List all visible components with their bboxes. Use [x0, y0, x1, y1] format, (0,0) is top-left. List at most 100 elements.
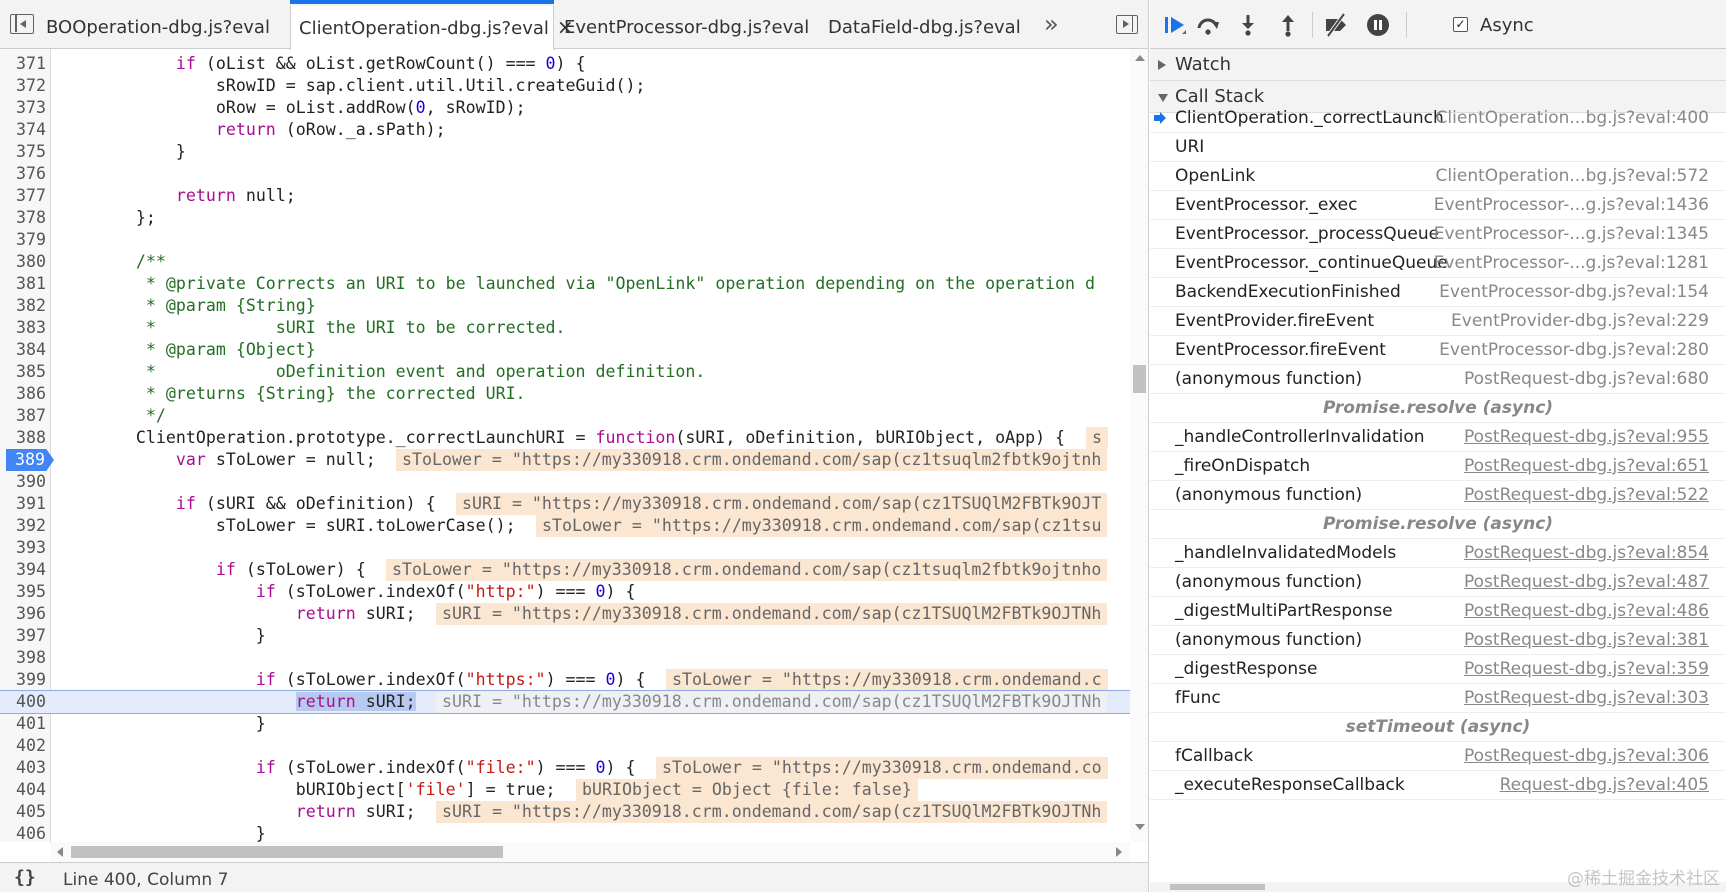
line-number[interactable]: 376: [0, 163, 46, 185]
breakpoint-marker[interactable]: 389: [6, 449, 54, 471]
frame-location-link[interactable]: EventProcessor-...g.js?eval:1281: [1434, 249, 1709, 278]
code-line[interactable]: 380 /**: [0, 251, 1130, 273]
line-number[interactable]: 385: [0, 361, 46, 383]
pause-on-exceptions-icon[interactable]: [1365, 12, 1391, 38]
scroll-right-icon[interactable]: [1116, 847, 1122, 857]
call-frame[interactable]: _digestMultiPartResponse PostRequest-dbg.…: [1150, 597, 1726, 626]
line-number[interactable]: 378: [0, 207, 46, 229]
resume-icon[interactable]: [1162, 12, 1188, 38]
call-frame[interactable]: (anonymous function) PostRequest-dbg.js?e…: [1150, 626, 1726, 655]
line-number[interactable]: 397: [0, 625, 46, 647]
call-frame[interactable]: _handleInvalidatedModels PostRequest-dbg.…: [1150, 539, 1726, 568]
call-frame[interactable]: _digestResponse PostRequest-dbg.js?eval:3…: [1150, 655, 1726, 684]
code-area[interactable]: 371 if (oList && oList.getRowCount() ===…: [0, 49, 1130, 842]
frame-location-link[interactable]: PostRequest-dbg.js?eval:381: [1464, 626, 1709, 655]
code-line[interactable]: 394 if (sToLower) {sToLower = "https://m…: [0, 559, 1130, 581]
code-line[interactable]: 399 if (sToLower.indexOf("https:") === 0…: [0, 669, 1130, 691]
tab-booperation[interactable]: BOOperation-dbg.js?eval: [38, 6, 270, 49]
code-line[interactable]: 373 oRow = oList.addRow(0, sRowID);: [0, 97, 1130, 119]
code-line[interactable]: 395 if (sToLower.indexOf("http:") === 0)…: [0, 581, 1130, 603]
horizontal-scrollbar[interactable]: [51, 842, 1130, 862]
line-number[interactable]: 371: [0, 53, 46, 75]
line-number[interactable]: 375: [0, 141, 46, 163]
code-line[interactable]: 384 * @param {Object}: [0, 339, 1130, 361]
code-line[interactable]: 396 return sURI; sURI = "https://my330918…: [0, 603, 1130, 625]
line-number[interactable]: 377: [0, 185, 46, 207]
code-line[interactable]: 406 }: [0, 823, 1130, 842]
call-frame[interactable]: (anonymous function) PostRequest-dbg.js?e…: [1150, 481, 1726, 510]
code-line[interactable]: 372 sRowID = sap.client.util.Util.create…: [0, 75, 1130, 97]
frame-location-link[interactable]: ClientOperation...bg.js?eval:400: [1436, 104, 1709, 133]
line-number[interactable]: 392: [0, 515, 46, 537]
code-line[interactable]: 382 * @param {String}: [0, 295, 1130, 317]
code-line[interactable]: 405 return sURI; sURI = "https://my330918…: [0, 801, 1130, 823]
line-number[interactable]: 395: [0, 581, 46, 603]
scroll-down-icon[interactable]: [1135, 824, 1145, 830]
step-out-icon[interactable]: [1275, 12, 1301, 38]
code-line[interactable]: 383 * sURI the URI to be corrected.: [0, 317, 1130, 339]
code-line[interactable]: 392 sToLower = sURI.toLowerCase(); sToLow…: [0, 515, 1130, 537]
call-frame[interactable]: EventProcessor._continueQueue EventProces…: [1150, 249, 1726, 278]
frame-location-link[interactable]: PostRequest-dbg.js?eval:680: [1464, 365, 1709, 394]
line-number[interactable]: 404: [0, 779, 46, 801]
line-number[interactable]: 373: [0, 97, 46, 119]
code-line[interactable]: 389 var sToLower = null; sToLower = "http…: [0, 449, 1130, 471]
call-frame[interactable]: EventProcessor._processQueue EventProcess…: [1150, 220, 1726, 249]
frame-location-link[interactable]: Request-dbg.js?eval:405: [1500, 771, 1709, 800]
line-number[interactable]: 387: [0, 405, 46, 427]
line-number[interactable]: 372: [0, 75, 46, 97]
code-line[interactable]: 401 }: [0, 713, 1130, 735]
frame-location-link[interactable]: EventProcessor-dbg.js?eval:154: [1439, 278, 1709, 307]
toggle-debugger-icon[interactable]: [1116, 15, 1138, 34]
call-frame[interactable]: _fireOnDispatch PostRequest-dbg.js?eval:6…: [1150, 452, 1726, 481]
call-frame[interactable]: fFunc PostRequest-dbg.js?eval:303: [1150, 684, 1726, 713]
code-line[interactable]: 376: [0, 163, 1130, 185]
frame-location-link[interactable]: EventProcessor-...g.js?eval:1345: [1434, 220, 1709, 249]
code-line[interactable]: 371 if (oList && oList.getRowCount() ===…: [0, 53, 1130, 75]
call-frame[interactable]: (anonymous function) PostRequest-dbg.js?e…: [1150, 365, 1726, 394]
code-line[interactable]: 398: [0, 647, 1130, 669]
execution-line[interactable]: 400 return sURI; sURI = "https://my330918…: [0, 690, 1130, 714]
scroll-thumb[interactable]: [71, 846, 503, 858]
tab-clientoperation[interactable]: ClientOperation-dbg.js?eval ×: [290, 0, 574, 50]
line-number[interactable]: 390: [0, 471, 46, 493]
call-frame[interactable]: (anonymous function) PostRequest-dbg.js?e…: [1150, 568, 1726, 597]
call-frame[interactable]: URI: [1150, 133, 1726, 162]
frame-location-link[interactable]: PostRequest-dbg.js?eval:522: [1464, 481, 1709, 510]
line-number[interactable]: 406: [0, 823, 46, 842]
code-line[interactable]: 397 }: [0, 625, 1130, 647]
line-number[interactable]: 381: [0, 273, 46, 295]
code-line[interactable]: 381 * @private Corrects an URI to be lau…: [0, 273, 1130, 295]
code-line[interactable]: 379: [0, 229, 1130, 251]
code-line[interactable]: 378 };: [0, 207, 1130, 229]
code-line[interactable]: 387 */: [0, 405, 1130, 427]
code-line[interactable]: 377 return null;: [0, 185, 1130, 207]
code-line[interactable]: 402: [0, 735, 1130, 757]
line-number[interactable]: 403: [0, 757, 46, 779]
code-line[interactable]: 388 ClientOperation.prototype._correctLa…: [0, 427, 1130, 449]
line-number[interactable]: 386: [0, 383, 46, 405]
line-number[interactable]: 391: [0, 493, 46, 515]
line-number[interactable]: 388: [0, 427, 46, 449]
scroll-left-icon[interactable]: [57, 847, 63, 857]
frame-location-link[interactable]: PostRequest-dbg.js?eval:955: [1464, 423, 1709, 452]
call-frame[interactable]: EventProcessor.fireEvent EventProcessor-d…: [1150, 336, 1726, 365]
line-number[interactable]: 402: [0, 735, 46, 757]
step-over-icon[interactable]: [1195, 12, 1221, 38]
scroll-thumb[interactable]: [1133, 365, 1146, 393]
call-frame[interactable]: _handleControllerInvalidation PostRequest…: [1150, 423, 1726, 452]
frame-location-link[interactable]: EventProcessor-...g.js?eval:1436: [1434, 191, 1709, 220]
scroll-up-icon[interactable]: [1135, 55, 1145, 61]
watch-section-header[interactable]: Watch: [1150, 49, 1726, 81]
pretty-print-button[interactable]: {}: [14, 867, 36, 888]
line-number[interactable]: 383: [0, 317, 46, 339]
line-number[interactable]: 396: [0, 603, 46, 625]
code-line[interactable]: 374 return (oRow._a.sPath);: [0, 119, 1130, 141]
scroll-thumb[interactable]: [1170, 884, 1265, 890]
line-number[interactable]: 399: [0, 669, 46, 691]
toggle-navigator-icon[interactable]: [10, 14, 34, 34]
code-line[interactable]: 386 * @returns {String} the corrected UR…: [0, 383, 1130, 405]
call-frame[interactable]: fCallback PostRequest-dbg.js?eval:306: [1150, 742, 1726, 771]
call-frame[interactable]: OpenLink ClientOperation...bg.js?eval:572: [1150, 162, 1726, 191]
line-number[interactable]: 400: [0, 691, 46, 713]
